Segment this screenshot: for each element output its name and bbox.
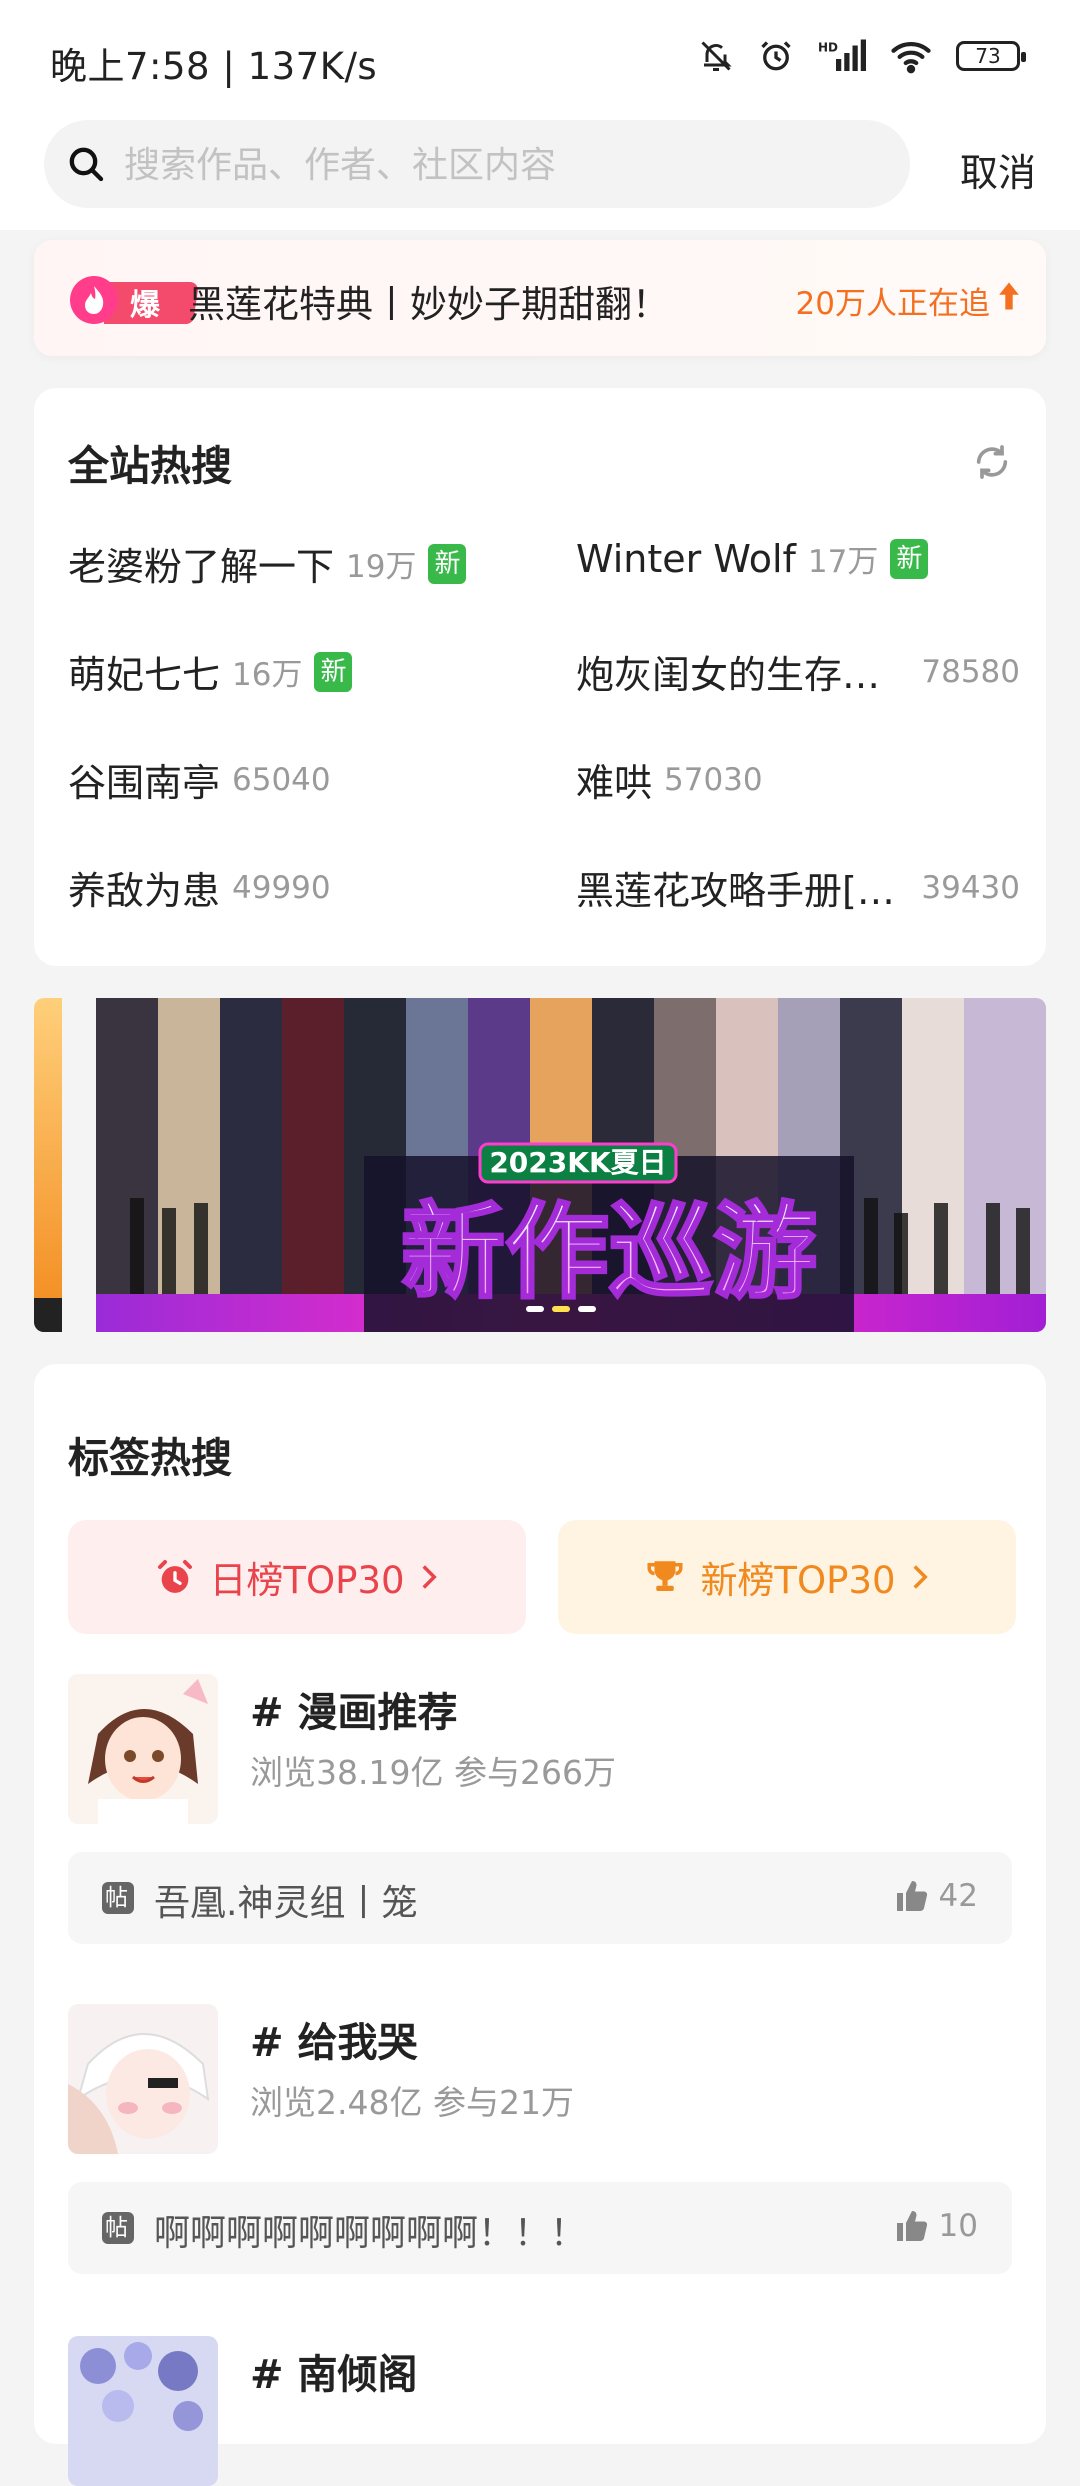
hot-search-count: 57030 (664, 761, 763, 798)
wifi-icon (891, 42, 931, 74)
topic-post-row[interactable]: 帖 吾凰.神灵组丨笼 42 (68, 1852, 1012, 1944)
cancel-button[interactable]: 取消 (960, 142, 1036, 197)
new-badge: 新 (890, 538, 929, 579)
post-badge-label: 帖 (105, 2215, 128, 2241)
promo-title: 新作巡游 (401, 1191, 817, 1313)
refresh-icon[interactable] (972, 442, 1012, 482)
topic-title[interactable]: # 给我哭 (250, 2010, 417, 2068)
promo-banner[interactable]: 2023KK夏日 新作巡游 (34, 998, 1046, 1332)
hot-search-item[interactable]: 难哄 57030 (576, 752, 763, 807)
topic-title[interactable]: # 漫画推荐 (250, 1680, 457, 1738)
hot-search-item[interactable]: 黑莲花攻略手册[… 39430 (576, 860, 1020, 915)
signal-icon: HD (818, 39, 866, 71)
search-header: 取消 (0, 118, 1080, 230)
search-icon (69, 147, 104, 182)
status-time: 晚上7:58 | 137K/s (50, 45, 378, 88)
hot-search-count: 78580 (921, 653, 1020, 690)
hot-search-name: 萌妃七七 (68, 653, 221, 697)
carousel-dot-active (552, 1306, 570, 1312)
up-arrow-icon (999, 282, 1019, 310)
hot-search-name: 黑莲花攻略手册[… (576, 869, 895, 913)
hot-badge-label: 爆 (130, 288, 160, 323)
carousel-dot (578, 1306, 596, 1312)
post-badge-label: 帖 (105, 1885, 128, 1911)
hot-search-name: 养敌为患 (68, 869, 221, 913)
new-rank-label: 新榜TOP30 (700, 1559, 896, 1602)
hot-search-item[interactable]: 谷围南亭 65040 (68, 752, 331, 807)
hot-search-count: 19万 (346, 549, 417, 585)
tag-hot-search-card: 标签热搜 日榜TOP30 新榜TOP30 # 漫画推荐 浏览38.19亿 参与2… (34, 1364, 1046, 2486)
thumbs-up-icon[interactable] (894, 1878, 930, 1914)
topic-stats: 浏览38.19亿 参与266万 (250, 1753, 616, 1792)
tag-hot-search-title: 标签热搜 (68, 1434, 232, 1482)
hot-search-count: 39430 (921, 869, 1020, 906)
topic-title[interactable]: # 南倾阁 (250, 2342, 417, 2400)
promo-year-label: 2023KK夏日 (489, 1146, 666, 1179)
daily-rank-label: 日榜TOP30 (209, 1559, 405, 1602)
mute-bell-icon (701, 41, 732, 71)
hot-search-title: 全站热搜 (68, 442, 232, 490)
thumbs-up-icon[interactable] (894, 2208, 930, 2244)
hot-search-count: 16万 (232, 657, 303, 693)
hot-search-item[interactable]: 养敌为患 49990 (68, 860, 331, 915)
hot-search-name: 老婆粉了解一下 (68, 545, 335, 589)
hot-search-item[interactable]: 老婆粉了解一下 19万 新 (68, 536, 467, 591)
hot-search-card: 全站热搜 老婆粉了解一下 19万 新 Winter Wolf 17万 新 萌妃七… (34, 388, 1046, 966)
trophy-icon (647, 1561, 683, 1591)
chevron-right-icon (422, 1565, 437, 1589)
trending-banner[interactable]: 爆 黑莲花特典丨妙妙子期甜翻！ 20万人正在追 (34, 240, 1046, 356)
post-text: 啊啊啊啊啊啊啊啊啊！！！ (154, 2213, 587, 2254)
topic-thumbnail[interactable] (68, 2336, 218, 2486)
search-input[interactable] (122, 120, 886, 210)
battery-indicator: 73 (956, 41, 1026, 71)
svg-text:HD: HD (818, 41, 838, 55)
new-badge: 新 (428, 543, 467, 584)
daily-rank-button[interactable]: 日榜TOP30 (68, 1520, 526, 1634)
topic-thumbnail[interactable] (68, 2004, 218, 2154)
hot-badge: 爆 (68, 276, 198, 324)
chevron-right-icon (913, 1565, 928, 1589)
status-bar: 晚上7:58 | 137K/s HD 73 (0, 0, 1080, 118)
alarm-icon (761, 41, 791, 71)
hot-search-count: 65040 (232, 761, 331, 798)
hot-search-count: 17万 (807, 544, 879, 580)
trending-count: 20万人正在追 (795, 286, 990, 322)
alarm-clock-icon (158, 1560, 193, 1593)
topic-stats: 浏览2.48亿 参与21万 (250, 2083, 574, 2122)
hot-search-item[interactable]: 炮灰闺女的生存… 78580 (576, 644, 1020, 699)
carousel-dot (526, 1306, 544, 1312)
hot-search-name: Winter Wolf (576, 536, 796, 581)
new-badge: 新 (314, 651, 353, 692)
hot-search-name: 炮灰闺女的生存… (576, 653, 881, 697)
like-count: 10 (938, 2208, 978, 2244)
status-icons: HD 73 (698, 38, 1026, 74)
hot-search-item[interactable]: 萌妃七七 16万 新 (68, 644, 353, 699)
hot-search-count: 49990 (232, 869, 331, 906)
trending-title: 黑莲花特典丨妙妙子期甜翻！ (188, 283, 669, 326)
promo-banner-image: 2023KK夏日 新作巡游 (34, 998, 1046, 1332)
hot-search-name: 难哄 (576, 761, 653, 805)
new-rank-button[interactable]: 新榜TOP30 (558, 1520, 1016, 1634)
search-box[interactable] (44, 120, 910, 210)
topic-thumbnail-image (68, 2004, 218, 2154)
topic-thumbnail-image (68, 2336, 218, 2486)
topic-thumbnail-image (68, 1674, 218, 1824)
post-text: 吾凰.神灵组丨笼 (154, 1883, 418, 1924)
like-count: 42 (938, 1878, 978, 1914)
hot-search-name: 谷围南亭 (68, 761, 221, 805)
hot-search-item[interactable]: Winter Wolf 17万 新 (576, 536, 929, 581)
topic-post-row[interactable]: 帖 啊啊啊啊啊啊啊啊啊！！！ 10 (68, 2182, 1012, 2274)
topic-thumbnail[interactable] (68, 1674, 218, 1824)
